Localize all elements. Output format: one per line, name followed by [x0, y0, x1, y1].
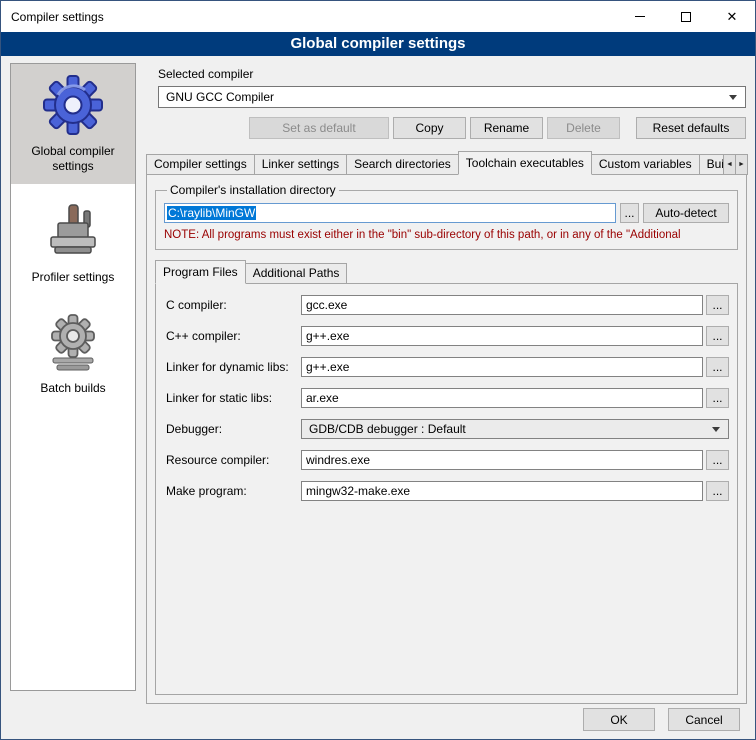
linker-static-input[interactable]	[301, 388, 703, 408]
close-icon: ✕	[727, 10, 738, 23]
gear-blue-icon	[41, 73, 105, 137]
make-program-row: Make program: ...	[166, 481, 729, 501]
copy-button[interactable]: Copy	[393, 117, 466, 139]
sidebar-item-label: Profiler settings	[32, 270, 115, 285]
rename-button[interactable]: Rename	[470, 117, 543, 139]
dialog-footer: OK Cancel	[583, 708, 740, 731]
compiler-settings-dialog: Compiler settings ✕ Global compiler sett…	[0, 0, 756, 740]
linker-dynamic-label: Linker for dynamic libs:	[166, 360, 301, 374]
tab-scroll-buttons: ◄ ►	[723, 154, 747, 175]
maximize-icon	[681, 12, 691, 22]
cpp-compiler-browse-button[interactable]: ...	[706, 326, 729, 346]
titlebar[interactable]: Compiler settings ✕	[1, 1, 755, 32]
tab-program-files[interactable]: Program Files	[155, 260, 246, 284]
installation-directory-row: C:\raylib\MinGW ... Auto-detect	[164, 203, 729, 223]
installation-directory-value: C:\raylib\MinGW	[167, 206, 256, 220]
sidebar-item-label: Batch builds	[40, 381, 105, 396]
tab-scroll-right-button[interactable]: ►	[735, 154, 748, 175]
close-button[interactable]: ✕	[709, 1, 755, 32]
program-tabs: Program Files Additional Paths	[155, 260, 738, 284]
bin-subdirectory-note: NOTE: All programs must exist either in …	[164, 229, 729, 241]
cpp-compiler-row: C++ compiler: ...	[166, 326, 729, 346]
sidebar-item-label: Global compiler settings	[14, 144, 132, 174]
program-files-panel: C compiler: ... C++ compiler: ... Linker…	[155, 283, 738, 695]
compiler-settings-tabs: Compiler settings Linker settings Search…	[146, 151, 747, 175]
batch-builds-icon	[41, 310, 105, 374]
main-content: Selected compiler GNU GCC Compiler Set a…	[146, 63, 747, 704]
tab-compiler-settings[interactable]: Compiler settings	[146, 154, 255, 175]
tab-linker-settings[interactable]: Linker settings	[254, 154, 347, 175]
c-compiler-label: C compiler:	[166, 298, 301, 312]
linker-static-row: Linker for static libs: ...	[166, 388, 729, 408]
compiler-actions: Set as default Copy Rename Delete Reset …	[146, 117, 746, 139]
tab-toolchain-executables[interactable]: Toolchain executables	[458, 151, 592, 175]
c-compiler-input[interactable]	[301, 295, 703, 315]
chevron-down-icon	[729, 95, 737, 100]
linker-dynamic-input[interactable]	[301, 357, 703, 377]
c-compiler-row: C compiler: ...	[166, 295, 729, 315]
debugger-label: Debugger:	[166, 422, 301, 436]
browse-directory-button[interactable]: ...	[620, 203, 639, 223]
tab-custom-variables[interactable]: Custom variables	[591, 154, 700, 175]
maximize-button[interactable]	[663, 1, 709, 32]
selected-compiler-value: GNU GCC Compiler	[166, 90, 274, 104]
debugger-row: Debugger: GDB/CDB debugger : Default	[166, 419, 729, 439]
linker-static-browse-button[interactable]: ...	[706, 388, 729, 408]
c-compiler-browse-button[interactable]: ...	[706, 295, 729, 315]
minimize-icon	[635, 16, 645, 17]
cpp-compiler-input[interactable]	[301, 326, 703, 346]
tab-additional-paths[interactable]: Additional Paths	[245, 263, 348, 284]
make-program-input[interactable]	[301, 481, 703, 501]
sidebar-item-profiler-settings[interactable]: Profiler settings	[11, 190, 135, 295]
sidebar-item-batch-builds[interactable]: Batch builds	[11, 301, 135, 406]
arrow-right-icon: ►	[738, 161, 745, 168]
settings-category-list: Global compiler settings Profiler settin…	[10, 63, 136, 691]
resource-compiler-row: Resource compiler: ...	[166, 450, 729, 470]
resource-compiler-input[interactable]	[301, 450, 703, 470]
delete-button[interactable]: Delete	[547, 117, 620, 139]
linker-dynamic-row: Linker for dynamic libs: ...	[166, 357, 729, 377]
reset-defaults-button[interactable]: Reset defaults	[636, 117, 746, 139]
resource-compiler-label: Resource compiler:	[166, 453, 301, 467]
debugger-dropdown[interactable]: GDB/CDB debugger : Default	[301, 419, 729, 439]
window-title: Compiler settings	[1, 10, 104, 24]
debugger-value: GDB/CDB debugger : Default	[309, 422, 466, 436]
window-controls: ✕	[617, 1, 755, 32]
make-program-label: Make program:	[166, 484, 301, 498]
set-as-default-button[interactable]: Set as default	[249, 117, 389, 139]
toolchain-executables-panel: Compiler's installation directory C:\ray…	[146, 174, 747, 704]
linker-static-label: Linker for static libs:	[166, 391, 301, 405]
linker-dynamic-browse-button[interactable]: ...	[706, 357, 729, 377]
auto-detect-button[interactable]: Auto-detect	[643, 203, 729, 223]
installation-directory-input[interactable]: C:\raylib\MinGW	[164, 203, 616, 223]
chevron-down-icon	[712, 427, 720, 432]
resource-compiler-browse-button[interactable]: ...	[706, 450, 729, 470]
installation-directory-legend: Compiler's installation directory	[167, 183, 339, 197]
cpp-compiler-label: C++ compiler:	[166, 329, 301, 343]
installation-directory-group: Compiler's installation directory C:\ray…	[155, 183, 738, 250]
profiler-icon	[41, 199, 105, 263]
ok-button[interactable]: OK	[583, 708, 655, 731]
tab-build-options-truncated[interactable]: Buil	[699, 154, 724, 175]
make-program-browse-button[interactable]: ...	[706, 481, 729, 501]
selected-compiler-label: Selected compiler	[158, 67, 747, 81]
sidebar-item-global-compiler-settings[interactable]: Global compiler settings	[11, 64, 135, 184]
dialog-banner: Global compiler settings	[1, 32, 755, 56]
selected-compiler-dropdown[interactable]: GNU GCC Compiler	[158, 86, 746, 108]
tab-search-directories[interactable]: Search directories	[346, 154, 459, 175]
cancel-button[interactable]: Cancel	[668, 708, 740, 731]
arrow-left-icon: ◄	[726, 161, 733, 168]
minimize-button[interactable]	[617, 1, 663, 32]
